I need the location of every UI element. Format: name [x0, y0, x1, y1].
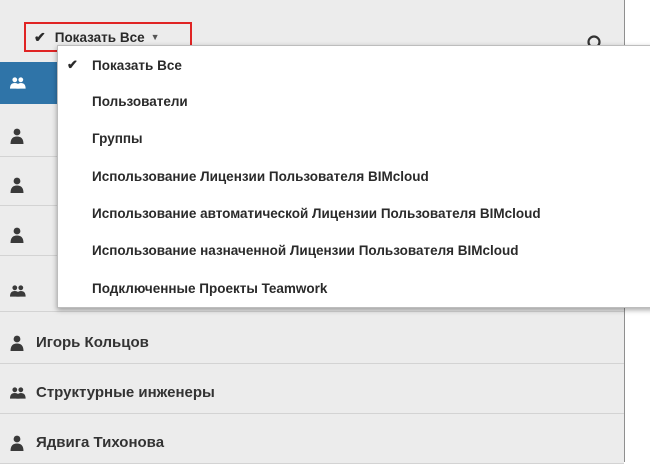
menu-item-label: Использование автоматической Лицензии По…	[92, 205, 541, 221]
list-item-label: Структурные инженеры	[36, 384, 215, 401]
menu-item-assigned-bimcloud-license[interactable]: Использование назначенной Лицензии Польз…	[58, 235, 650, 265]
menu-item-show-all[interactable]: ✔ Показать Все	[58, 50, 650, 80]
list-item-label: Игорь Кольцов	[36, 334, 149, 351]
user-icon	[10, 227, 26, 243]
list-item[interactable]: Структурные инженеры	[0, 372, 624, 414]
menu-item-bimcloud-license[interactable]: Использование Лицензии Пользователя BIMc…	[58, 161, 650, 191]
menu-item-label: Использование Лицензии Пользователя BIMc…	[92, 168, 429, 184]
filter-dropdown-menu: ✔ Показать Все Пользователи Группы Испол…	[57, 45, 650, 308]
list-item[interactable]: Игорь Кольцов	[0, 322, 624, 364]
menu-item-label: Использование назначенной Лицензии Польз…	[92, 242, 519, 258]
group-icon	[10, 385, 26, 401]
list-item[interactable]: Ядвига Тихонова	[0, 422, 624, 464]
user-icon	[10, 177, 26, 193]
checkmark-icon: ✔	[34, 28, 46, 45]
user-icon	[10, 435, 26, 451]
menu-item-label: Показать Все	[92, 57, 182, 73]
chevron-down-icon: ▼	[150, 32, 160, 42]
group-icon	[10, 75, 26, 91]
filter-selected-label: Показать Все	[54, 29, 145, 45]
list-item-label: Ядвига Тихонова	[36, 434, 165, 451]
menu-item-groups[interactable]: Группы	[58, 123, 650, 153]
menu-item-label: Подключенные Проекты Teamwork	[92, 280, 328, 296]
menu-item-label: Группы	[92, 130, 143, 146]
user-icon	[10, 128, 26, 144]
menu-item-label: Пользователи	[92, 93, 188, 109]
menu-item-auto-bimcloud-license[interactable]: Использование автоматической Лицензии По…	[58, 198, 650, 228]
checkmark-icon: ✔	[67, 57, 78, 72]
menu-item-users[interactable]: Пользователи	[58, 86, 650, 116]
user-icon	[10, 335, 26, 351]
group-icon	[10, 283, 26, 299]
menu-item-teamwork-projects[interactable]: Подключенные Проекты Teamwork	[58, 273, 650, 303]
